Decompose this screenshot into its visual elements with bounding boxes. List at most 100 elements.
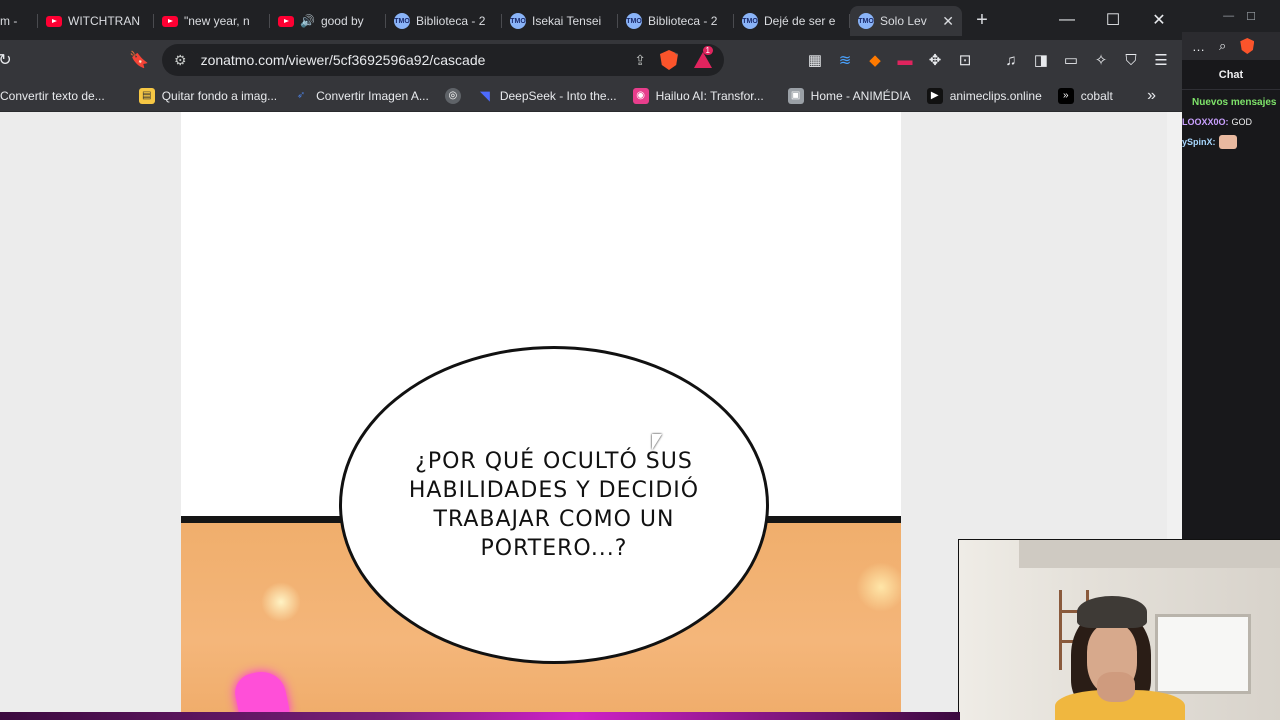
manga-page: ¿POR QUÉ OCULTÓ SUS HABILIDADES Y DECIDI… bbox=[181, 112, 901, 720]
tmo-icon: TMO bbox=[742, 13, 758, 29]
chat-text: GOD bbox=[1231, 117, 1253, 127]
sidebar-icon[interactable]: ◨ bbox=[1026, 45, 1056, 75]
hailuo-icon: ◉ bbox=[632, 87, 649, 104]
tab-item[interactable]: m - bbox=[0, 6, 38, 36]
bookmark-item[interactable]: ▶ animeclips.online bbox=[919, 83, 1050, 109]
bookmark-label: Quitar fondo a imag... bbox=[161, 88, 278, 103]
bookmark-item[interactable]: ◉ Hailuo AI: Transfor... bbox=[625, 83, 772, 109]
address-bar[interactable]: ⚙ zonatmo.com/viewer/5cf3692596a92/casca… bbox=[162, 44, 724, 76]
desktop: m - WITCHTRAN "new year, n 🔊 good by TMO… bbox=[0, 0, 1280, 720]
tab-label: Solo Lev bbox=[880, 14, 927, 28]
whale-icon: ◥ bbox=[479, 87, 490, 103]
chat-username[interactable]: LOOXX0O: bbox=[1182, 117, 1229, 127]
tab-item[interactable]: 🔊 good by bbox=[270, 6, 386, 36]
new-tab-button[interactable]: + bbox=[962, 5, 1002, 35]
bookmark-label: cobalt bbox=[1080, 88, 1113, 103]
puzzle-icon[interactable]: ✥ bbox=[920, 45, 950, 75]
bookmark-label: Convertir texto de... bbox=[0, 88, 105, 103]
rewards-badge: 1 bbox=[702, 46, 713, 55]
folder-icon: ▤ bbox=[138, 87, 155, 104]
sparkle bbox=[856, 562, 901, 612]
brave-shields-icon[interactable] bbox=[1240, 38, 1255, 54]
brave-rewards-icon[interactable]: 1 bbox=[694, 46, 713, 68]
maximize-button[interactable]: ☐ bbox=[1090, 0, 1136, 40]
bookmark-item[interactable]: ◎ bbox=[437, 83, 469, 109]
tab-label: Biblioteca - 2 bbox=[416, 14, 486, 28]
speaker-icon[interactable]: 🔊 bbox=[300, 14, 315, 28]
chart-icon[interactable]: ▬ bbox=[890, 45, 920, 75]
tab-strip: m - WITCHTRAN "new year, n 🔊 good by TMO… bbox=[0, 0, 1182, 40]
tab-label: Isekai Tensei bbox=[532, 14, 602, 28]
bookmark-label: Convertir Imagen A... bbox=[316, 88, 429, 103]
chat-toolbar: … ⌕ bbox=[1182, 32, 1280, 60]
tab-item[interactable]: TMO Dejé de ser e bbox=[734, 6, 850, 36]
tab-item[interactable]: TMO Isekai Tensei bbox=[502, 6, 618, 36]
webcam-person-cap bbox=[1077, 596, 1147, 628]
wifi-icon[interactable]: ≋ bbox=[830, 45, 860, 75]
vpn-icon[interactable]: ⛉ bbox=[1116, 45, 1146, 75]
webcam-ceiling bbox=[1019, 540, 1280, 568]
bookmark-icon[interactable]: 🔖 bbox=[124, 45, 154, 75]
music-icon[interactable]: ♫ bbox=[996, 45, 1026, 75]
tab-label: Dejé de ser e bbox=[764, 14, 836, 28]
new-messages-banner[interactable]: Nuevos mensajes bbox=[1182, 92, 1280, 112]
chat-message: LOOXX0O: GOD bbox=[1182, 112, 1280, 132]
site-settings-icon[interactable]: ⚙ bbox=[174, 52, 187, 69]
flag-icon[interactable]: ▦ bbox=[800, 45, 830, 75]
fox-icon[interactable]: ◆ bbox=[860, 45, 890, 75]
bookmark-label: DeepSeek - Into the... bbox=[499, 88, 617, 103]
browser-toolbar: ↻ 🔖 ⚙ zonatmo.com/viewer/5cf3692596a92/c… bbox=[0, 40, 1182, 80]
minimize-button[interactable]: — bbox=[1044, 0, 1090, 40]
bookmark-item[interactable]: ➶ Convertir Imagen A... bbox=[285, 83, 437, 109]
bookmark-item[interactable]: » cobalt bbox=[1050, 83, 1121, 109]
zoom-icon[interactable]: ⌕ bbox=[1219, 38, 1226, 54]
mouse-cursor-icon bbox=[652, 434, 662, 450]
maximize-button[interactable]: ☐ bbox=[1246, 10, 1256, 23]
bookmark-label: animeclips.online bbox=[949, 88, 1042, 103]
brave-shields-icon[interactable]: 2 bbox=[660, 50, 678, 70]
tab-item[interactable]: "new year, n bbox=[154, 6, 270, 36]
minimize-button[interactable]: — bbox=[1223, 10, 1234, 22]
bookmark-item[interactable]: ▣ Home - ANIMÉDIA bbox=[780, 83, 919, 109]
youtube-icon bbox=[46, 15, 62, 27]
menu-icon[interactable]: ☰ bbox=[1146, 45, 1176, 75]
chat-username[interactable]: ySpinX: bbox=[1182, 137, 1216, 147]
bookmark-item[interactable]: Convertir texto de... bbox=[0, 83, 113, 109]
bookmark-label: Hailuo AI: Transfor... bbox=[655, 88, 764, 103]
image-icon: ▣ bbox=[787, 87, 804, 104]
tab-item[interactable]: TMO Biblioteca - 2 bbox=[618, 6, 734, 36]
chevrons-icon: » bbox=[1057, 87, 1074, 104]
tab-item[interactable]: WITCHTRAN bbox=[38, 6, 154, 36]
leo-ai-icon[interactable]: ✧ bbox=[1086, 45, 1116, 75]
bookmark-item[interactable]: ◥ DeepSeek - Into the... bbox=[469, 83, 625, 109]
screenshot-icon[interactable]: ⊡ bbox=[950, 45, 980, 75]
wallet-icon[interactable]: ▭ bbox=[1056, 45, 1086, 75]
window-controls: — ☐ ✕ bbox=[1044, 0, 1182, 40]
film-icon: ▶ bbox=[926, 87, 943, 104]
tab-item[interactable]: TMO Biblioteca - 2 bbox=[386, 6, 502, 36]
tmo-icon: TMO bbox=[510, 13, 526, 29]
close-window-button[interactable]: ✕ bbox=[1136, 0, 1182, 40]
bookmark-item[interactable]: ▤ Quitar fondo a imag... bbox=[131, 83, 285, 109]
share-icon[interactable]: ⇪ bbox=[634, 52, 646, 69]
reload-icon[interactable]: ↻ bbox=[0, 45, 20, 75]
chat-title: Chat bbox=[1182, 60, 1280, 90]
bird-icon: ➶ bbox=[296, 90, 306, 101]
tab-active[interactable]: TMO Solo Lev ✕ bbox=[850, 6, 962, 36]
taskbar-glow bbox=[0, 712, 960, 720]
close-tab-icon[interactable]: ✕ bbox=[942, 13, 954, 30]
url-text[interactable]: zonatmo.com/viewer/5cf3692596a92/cascade bbox=[201, 52, 625, 68]
chat-message: ySpinX: bbox=[1182, 132, 1280, 152]
tab-label: Biblioteca - 2 bbox=[648, 14, 718, 28]
extensions-row: ▦ ≋ ◆ ▬ ✥ ⊡ ♫ ◨ ▭ ✧ ⛉ ☰ bbox=[800, 45, 1176, 75]
bookmarks-overflow-button[interactable]: » bbox=[1139, 83, 1164, 109]
tmo-icon: TMO bbox=[394, 13, 410, 29]
speech-bubble-text: ¿POR QUÉ OCULTÓ SUS HABILIDADES Y DECIDI… bbox=[408, 449, 700, 561]
youtube-icon bbox=[162, 15, 178, 27]
chat-window-titlebar: — ☐ bbox=[1182, 0, 1280, 32]
more-icon[interactable]: … bbox=[1192, 39, 1205, 54]
webcam-person-hands bbox=[1097, 672, 1135, 702]
tab-label: good by bbox=[320, 14, 364, 28]
sparkle bbox=[261, 582, 301, 622]
emote-icon bbox=[1218, 135, 1237, 149]
